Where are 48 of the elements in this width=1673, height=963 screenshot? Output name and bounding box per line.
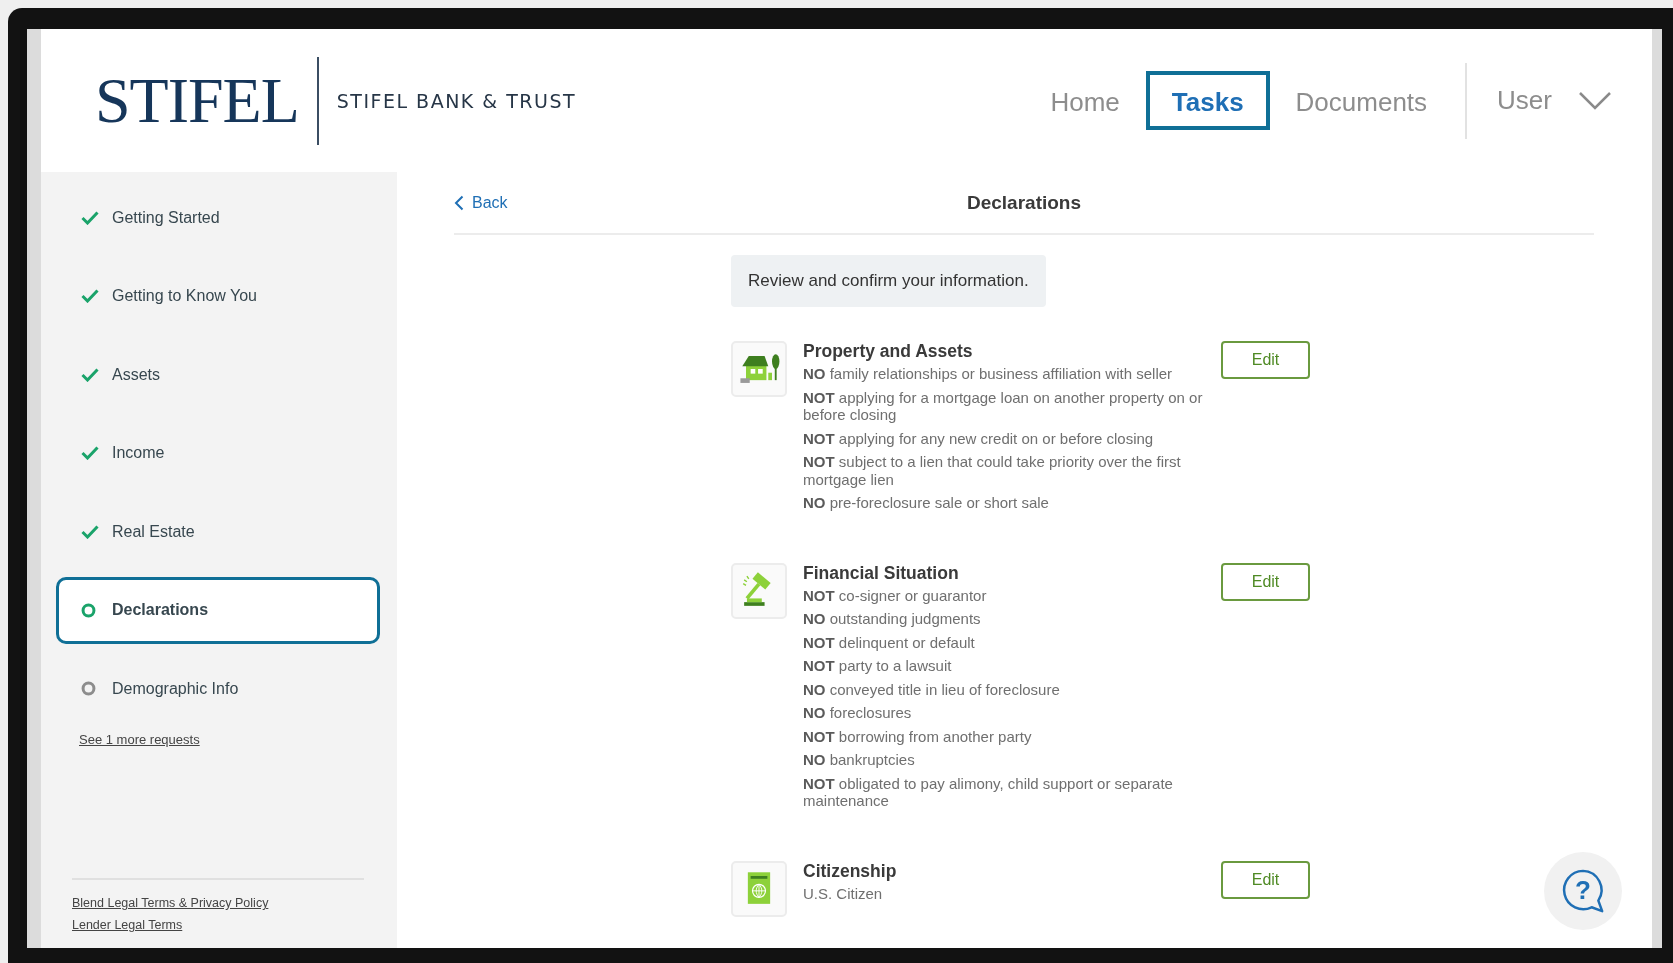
sidebar-step[interactable]: Demographic Info [56, 655, 380, 722]
check-icon [81, 367, 99, 382]
declaration-line: NOT applying for a mortgage loan on another property on or before closing [803, 388, 1204, 424]
declaration-line: NO pre-foreclosure sale or short sale [803, 494, 1050, 512]
sidebar-step[interactable]: Income [56, 419, 380, 487]
logo-subtitle: STIFEL BANK & TRUST [336, 89, 577, 112]
speech-bubble-icon [1560, 868, 1606, 914]
legal-link[interactable]: Blend Legal Terms & Privacy Policy [72, 896, 269, 910]
check-icon [81, 210, 99, 225]
sidebar-step[interactable]: Assets [56, 341, 380, 408]
section-title: Citizenship [803, 860, 898, 881]
section-title: Financial Situation [803, 562, 960, 583]
declaration-line: NO family relationships or business affiliation with seller [803, 365, 1174, 383]
sidebar-step[interactable]: Getting to Know You [56, 262, 380, 330]
legal-link[interactable]: Lender Legal Terms [72, 918, 183, 932]
sidebar-step[interactable]: Declarations [56, 576, 380, 644]
edit-button[interactable]: Edit [1221, 860, 1310, 899]
declaration-line: NOT party to a lawsuit [803, 657, 953, 675]
declaration-line: NOT co-signer or guarantor [803, 586, 988, 604]
info-banner: Review and confirm your information. [731, 255, 1046, 307]
chevron-down-icon [1578, 90, 1612, 111]
declaration-line: NOT borrowing from another party [803, 727, 1033, 745]
declaration-line: NOT subject to a lien that could take priority over the first mortgage lien [803, 453, 1182, 488]
chevron-left-icon [454, 194, 464, 211]
sidebar-step[interactable]: Getting Started [56, 184, 380, 251]
declaration-line: NO bankruptcies [803, 751, 916, 769]
section-title: Property and Assets [803, 341, 974, 361]
help-button[interactable]: ? [1544, 852, 1622, 930]
more-requests-link[interactable]: See 1 more requests [79, 731, 200, 747]
ring-icon [81, 602, 96, 618]
declaration-line: NOT applying for any new credit on or before closing [803, 429, 1155, 447]
declaration-line: NO foreclosures [803, 704, 913, 722]
check-icon [81, 524, 99, 539]
check-icon [81, 446, 99, 460]
sidebar-step[interactable]: Real Estate [56, 498, 380, 565]
logo-wordmark: STIFEL [95, 68, 299, 133]
page-title: Declarations [966, 191, 1081, 214]
back-link[interactable]: Back [454, 193, 508, 212]
ring-icon [81, 681, 96, 696]
declaration-line: NOT delinquent or default [803, 633, 976, 651]
nav-tab[interactable]: Tasks [1145, 71, 1270, 130]
edit-button[interactable]: Edit [1221, 341, 1310, 379]
declaration-line: NOT obligated to pay alimony, child support or separate maintenance [803, 774, 1174, 810]
declaration-line: U.S. Citizen [803, 884, 884, 902]
edit-button[interactable]: Edit [1221, 562, 1310, 601]
check-icon [81, 289, 99, 303]
declaration-line: NO conveyed title in lieu of foreclosure [803, 680, 1061, 698]
declaration-line: NO outstanding judgments [803, 610, 982, 628]
